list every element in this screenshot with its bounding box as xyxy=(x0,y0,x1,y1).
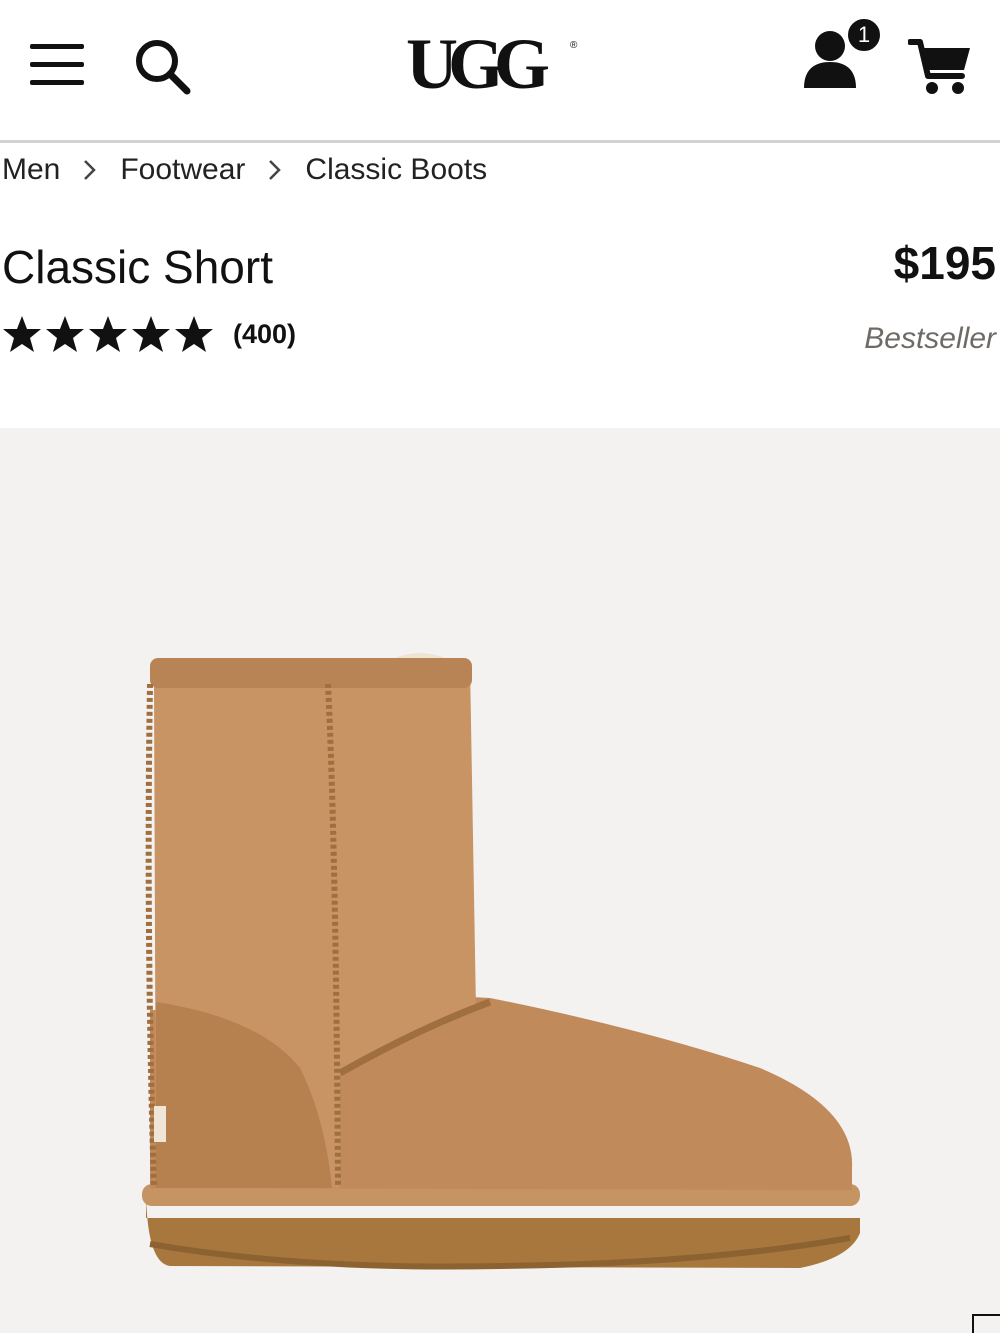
breadcrumb-footwear[interactable]: Footwear xyxy=(120,153,245,187)
star-icon xyxy=(3,316,41,352)
breadcrumb: Men Footwear Classic Boots xyxy=(2,150,487,190)
cart-icon[interactable] xyxy=(908,36,972,96)
bestseller-badge: Bestseller xyxy=(864,322,996,355)
product-title: Classic Short xyxy=(2,241,273,293)
account-notification-badge: 1 xyxy=(845,16,883,54)
breadcrumb-men[interactable]: Men xyxy=(2,153,60,187)
chevron-right-icon xyxy=(60,150,120,190)
star-icon xyxy=(89,316,127,352)
star-icon xyxy=(175,316,213,352)
svg-text:UGG: UGG xyxy=(406,24,549,104)
svg-text:®: ® xyxy=(570,40,578,51)
site-header: UGG ® 1 xyxy=(0,0,1000,140)
image-corner-marker xyxy=(972,1314,1000,1333)
header-divider xyxy=(0,140,1000,143)
product-price: $195 xyxy=(893,237,996,289)
ugg-logo[interactable]: UGG ® xyxy=(404,24,586,114)
star-icon xyxy=(132,316,170,352)
star-rating[interactable]: (400) xyxy=(2,312,296,356)
boot-image xyxy=(142,653,860,1270)
search-icon[interactable] xyxy=(134,38,192,96)
menu-icon[interactable] xyxy=(30,42,84,88)
product-image[interactable] xyxy=(0,428,1000,1333)
star-icon xyxy=(46,316,84,352)
chevron-right-icon xyxy=(245,150,305,190)
breadcrumb-classic-boots[interactable]: Classic Boots xyxy=(305,153,487,187)
review-count-link[interactable]: (400) xyxy=(233,319,296,350)
